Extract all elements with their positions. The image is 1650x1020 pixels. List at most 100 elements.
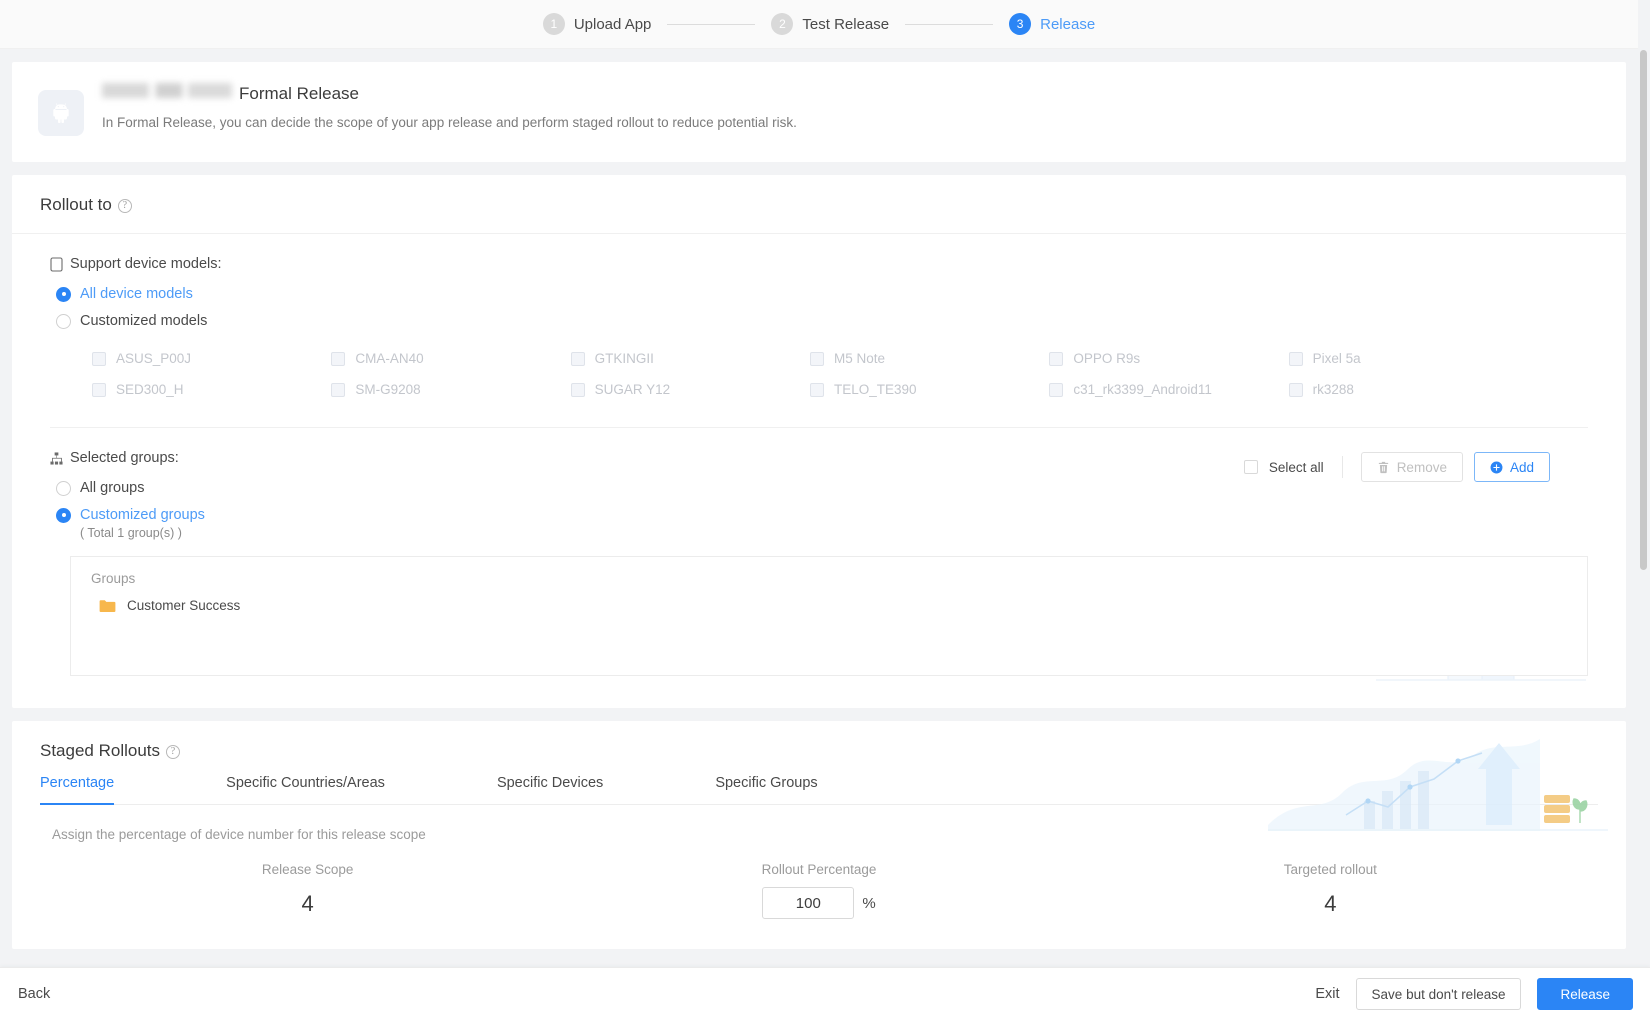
radio-all-groups[interactable]: All groups <box>56 480 1588 496</box>
plus-circle-icon <box>1490 461 1503 474</box>
metric-label: Release Scope <box>52 862 563 877</box>
device-model-label: TELO_TE390 <box>834 382 917 397</box>
metric-release-scope: Release Scope 4 <box>52 862 563 919</box>
release-button[interactable]: Release <box>1537 978 1633 1010</box>
device-model-item[interactable]: SUGAR Y12 <box>571 382 810 397</box>
app-header-text: Formal Release In Formal Release, you ca… <box>102 84 797 136</box>
device-model-item[interactable]: SED300_H <box>92 382 331 397</box>
device-model-item[interactable]: OPPO R9s <box>1049 351 1288 366</box>
select-all-groups[interactable]: Select all <box>1244 460 1324 475</box>
tab-label: Percentage <box>40 775 114 791</box>
staged-rollouts-title: Staged Rollouts <box>40 741 160 761</box>
groups-list-header: Groups <box>71 571 1587 586</box>
step-number: 2 <box>771 13 793 35</box>
wizard-stepper: 1 Upload App 2 Test Release 3 Release <box>0 0 1638 49</box>
tab-specific-groups[interactable]: Specific Groups <box>715 775 817 804</box>
metric-label: Rollout Percentage <box>563 862 1074 877</box>
checkbox-icon <box>92 352 106 366</box>
support-device-models-label: Support device models: <box>50 256 1588 272</box>
checkbox-icon <box>1244 460 1258 474</box>
tab-specific-devices[interactable]: Specific Devices <box>497 775 603 804</box>
device-model-label: Pixel 5a <box>1313 351 1361 366</box>
device-model-item[interactable]: M5 Note <box>810 351 1049 366</box>
checkbox-icon <box>331 352 345 366</box>
footer-actions: Exit Save but don't release Release <box>1315 978 1633 1010</box>
radio-all-device-models[interactable]: All device models <box>56 286 1588 302</box>
checkbox-icon <box>571 352 585 366</box>
scrollbar-thumb[interactable] <box>1640 50 1647 570</box>
device-model-item[interactable]: c31_rk3399_Android11 <box>1049 382 1288 397</box>
tab-percentage[interactable]: Percentage <box>40 775 114 804</box>
radio-label: Customized groups <box>80 507 205 523</box>
rollout-percentage-control: % <box>563 887 1074 919</box>
radio-icon <box>56 314 71 329</box>
checkbox-icon <box>810 352 824 366</box>
org-chart-icon <box>50 451 63 466</box>
device-model-label: ASUS_P00J <box>116 351 191 366</box>
rollout-to-body: Support device models: All device models… <box>12 234 1626 708</box>
device-model-grid: ASUS_P00J CMA-AN40 GTKINGII M5 Note OPPO… <box>92 351 1588 397</box>
device-model-label: CMA-AN40 <box>355 351 423 366</box>
checkbox-icon <box>1289 352 1303 366</box>
radio-customized-models[interactable]: Customized models <box>56 313 1588 329</box>
remove-group-button[interactable]: Remove <box>1361 452 1463 482</box>
radio-label: All device models <box>80 286 193 302</box>
groups-list-box: Groups Customer Success <box>70 556 1588 676</box>
metric-targeted-rollout: Targeted rollout 4 <box>1075 862 1586 919</box>
add-group-label: Add <box>1510 460 1534 475</box>
trash-icon <box>1377 461 1390 474</box>
metric-value: 4 <box>1075 891 1586 917</box>
device-model-item[interactable]: ASUS_P00J <box>92 351 331 366</box>
radio-icon <box>56 287 71 302</box>
checkbox-icon <box>571 383 585 397</box>
back-button[interactable]: Back <box>18 986 50 1002</box>
tab-label: Specific Devices <box>497 775 603 791</box>
checkbox-icon <box>1049 352 1063 366</box>
scroll-area: 1 Upload App 2 Test Release 3 Release <box>0 0 1638 968</box>
tab-specific-countries-areas[interactable]: Specific Countries/Areas <box>226 775 385 804</box>
device-model-item[interactable]: GTKINGII <box>571 351 810 366</box>
step-label: Upload App <box>574 16 652 33</box>
list-item[interactable]: Customer Success <box>71 586 1587 613</box>
radio-customized-groups[interactable]: Customized groups <box>56 507 1588 523</box>
app-name-redacted <box>102 83 232 98</box>
groups-total-count: ( Total 1 group(s) ) <box>80 526 1588 540</box>
radio-icon <box>56 481 71 496</box>
step-release[interactable]: 3 Release <box>1009 13 1095 35</box>
device-model-item[interactable]: CMA-AN40 <box>331 351 570 366</box>
help-icon[interactable]: ? <box>166 745 180 759</box>
checkbox-icon <box>1049 383 1063 397</box>
support-device-models-text: Support device models: <box>70 256 222 272</box>
toolbar-divider <box>1342 456 1343 478</box>
save-without-release-button[interactable]: Save but don't release <box>1356 978 1522 1010</box>
tab-label: Specific Countries/Areas <box>226 775 385 791</box>
step-upload-app[interactable]: 1 Upload App <box>543 13 652 35</box>
rollout-percentage-input[interactable] <box>762 887 854 919</box>
remove-group-label: Remove <box>1397 460 1447 475</box>
app-title-row: Formal Release <box>102 84 797 104</box>
step-connector <box>667 24 755 25</box>
device-model-label: OPPO R9s <box>1073 351 1140 366</box>
android-icon <box>38 90 84 136</box>
page-title: Formal Release <box>239 84 359 104</box>
add-group-button[interactable]: Add <box>1474 452 1550 482</box>
device-model-item[interactable]: rk3288 <box>1289 382 1528 397</box>
groups-toolbar: Select all Remove <box>1244 452 1550 482</box>
checkbox-icon <box>810 383 824 397</box>
page-scrollbar[interactable] <box>1640 50 1647 968</box>
exit-button[interactable]: Exit <box>1315 986 1339 1002</box>
wizard-footer: Back Exit Save but don't release Release <box>0 967 1650 1020</box>
page-description: In Formal Release, you can decide the sc… <box>102 115 797 130</box>
device-model-item[interactable]: SM-G9208 <box>331 382 570 397</box>
app-header-card: Formal Release In Formal Release, you ca… <box>12 62 1626 162</box>
device-model-item[interactable]: TELO_TE390 <box>810 382 1049 397</box>
step-number: 3 <box>1009 13 1031 35</box>
device-model-label: GTKINGII <box>595 351 654 366</box>
device-model-item[interactable]: Pixel 5a <box>1289 351 1528 366</box>
staged-rollouts-card: Staged Rollouts ? Percentage Specific Co… <box>12 721 1626 949</box>
help-icon[interactable]: ? <box>118 199 132 213</box>
device-model-label: SM-G9208 <box>355 382 420 397</box>
device-model-label: rk3288 <box>1313 382 1354 397</box>
selected-groups-block: Selected groups: All groups Customized g… <box>50 428 1588 676</box>
step-test-release[interactable]: 2 Test Release <box>771 13 889 35</box>
